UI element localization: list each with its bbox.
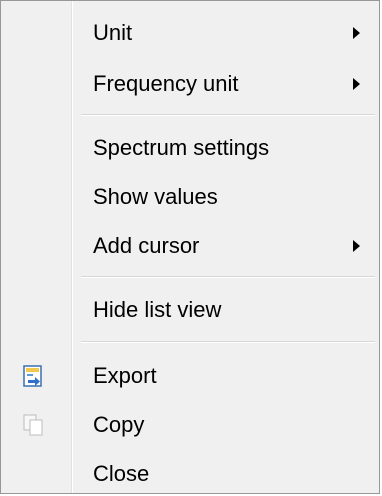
menu-item-label: Export: [93, 363, 157, 388]
context-menu: Unit Frequency unit Spectrum settings Sh…: [0, 0, 380, 494]
menu-item-label: Spectrum settings: [93, 135, 270, 160]
menu-item-copy[interactable]: Copy: [1, 401, 379, 449]
menu-item-label: Close: [93, 461, 150, 486]
submenu-arrow-icon: [353, 78, 360, 90]
menu-item-hide-list-view[interactable]: Hide list view: [1, 286, 379, 334]
menu-item-label: Add cursor: [93, 233, 200, 258]
menu-item-label: Unit: [93, 20, 133, 45]
menu-item-label: Frequency unit: [93, 71, 239, 96]
menu-item-frequency-unit[interactable]: Frequency unit: [1, 60, 379, 108]
menu-item-spectrum-settings[interactable]: Spectrum settings: [1, 124, 379, 172]
submenu-arrow-icon: [353, 240, 360, 252]
copy-icon: [23, 414, 43, 436]
menu-item-close[interactable]: Close: [1, 450, 379, 496]
menu-item-unit[interactable]: Unit: [1, 9, 379, 57]
submenu-arrow-icon: [353, 27, 360, 39]
export-icon: [23, 365, 42, 387]
menu-separator: [81, 341, 375, 343]
menu-item-export[interactable]: Export: [1, 352, 379, 400]
menu-item-show-values[interactable]: Show values: [1, 173, 379, 221]
menu-item-label: Show values: [93, 184, 218, 209]
menu-separator: [81, 114, 375, 116]
menu-item-label: Copy: [93, 412, 145, 437]
menu-item-label: Hide list view: [93, 297, 222, 322]
menu-item-add-cursor[interactable]: Add cursor: [1, 222, 379, 270]
menu-separator: [81, 276, 375, 278]
